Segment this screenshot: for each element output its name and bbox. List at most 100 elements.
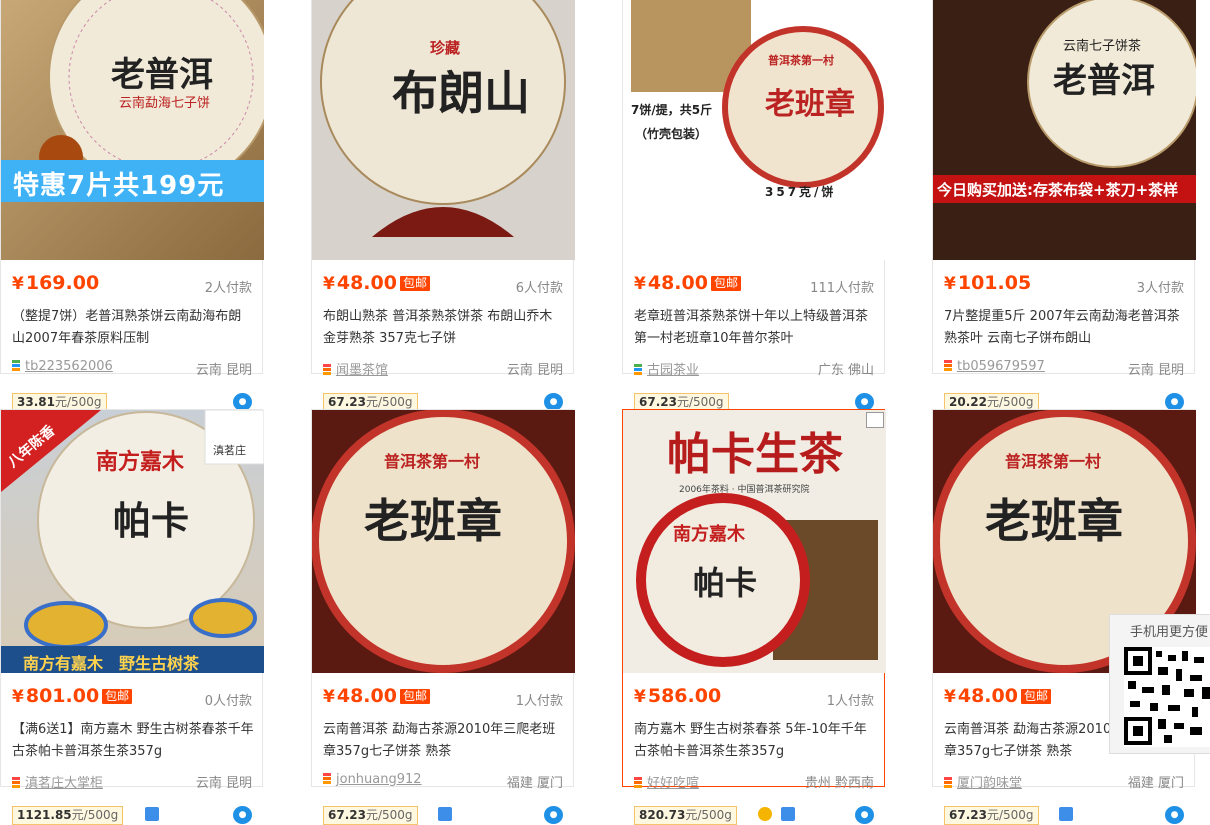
image-main-text: 老班章 bbox=[765, 87, 855, 122]
price: ¥169.00 bbox=[12, 272, 100, 294]
guarantee-icon bbox=[1059, 807, 1073, 821]
shop-level-icon bbox=[323, 364, 331, 375]
product-title-link[interactable]: 7片整提重5斤 2007年云南勐海老普洱茶熟茶叶 云南七子饼布朗山 bbox=[944, 306, 1186, 350]
shop-link[interactable]: tb223562006 bbox=[12, 359, 113, 374]
image-sub-text: 普洱茶第一村 bbox=[768, 54, 834, 67]
deal-count: 3人付款 bbox=[1136, 281, 1184, 296]
shop-level-icon bbox=[944, 777, 952, 788]
shop-link[interactable]: jonhuang912 bbox=[323, 772, 422, 787]
free-shipping-badge: 包邮 bbox=[399, 276, 430, 291]
image-main-text: 老普洱 bbox=[1053, 61, 1155, 101]
free-shipping-badge: 包邮 bbox=[1020, 689, 1051, 704]
image-sub-text: 普洱茶第一村 bbox=[1005, 452, 1102, 471]
wangwang-chat-icon[interactable]: ● bbox=[855, 806, 874, 824]
shop-link[interactable]: 好好吃喧 bbox=[634, 772, 699, 791]
product-title-link[interactable]: （整提7饼）老普洱熟茶饼云南勐海布朗山2007年春茶原料压制 bbox=[12, 306, 254, 350]
product-image[interactable]: 帕卡生茶 2006年茶料 · 中国普洱茶研究院 南方嘉木 帕卡 bbox=[623, 410, 886, 673]
product-title-link[interactable]: 老章班普洱茶熟茶饼十年以上特级普洱茶第一村老班章10年普尔茶叶 bbox=[634, 306, 876, 350]
shop-level-icon bbox=[12, 777, 20, 788]
product-image[interactable]: 老普洱 云南勐海七子饼 特惠7片共199元 bbox=[1, 0, 264, 260]
price: ¥48.00 包邮 bbox=[323, 272, 430, 294]
shop-level-icon bbox=[12, 360, 20, 371]
product-card[interactable]: 珍藏 布朗山 ¥48.00 包邮 6人付款 布朗山熟茶 普洱茶熟茶饼茶 布朗山乔木… bbox=[311, 0, 575, 412]
compare-icon[interactable] bbox=[866, 412, 884, 428]
qr-code-image bbox=[1124, 647, 1210, 745]
product-image[interactable]: 普洱茶第一村 老班章 bbox=[312, 410, 575, 673]
guarantee-icon bbox=[145, 807, 159, 821]
image-main-text: 老班章 bbox=[364, 494, 502, 548]
image-note: （竹壳包装） bbox=[635, 127, 708, 141]
location: 贵州 黔西南 bbox=[804, 776, 874, 791]
free-shipping-badge: 包邮 bbox=[102, 689, 133, 704]
image-heading: 帕卡生茶 bbox=[667, 429, 843, 480]
location: 云南 昆明 bbox=[195, 363, 252, 378]
product-card[interactable]: 帕卡生茶 2006年茶料 · 中国普洱茶研究院 南方嘉木 帕卡 ¥586.00 … bbox=[622, 409, 886, 825]
product-image[interactable]: 八年陈香 滇茗庄 南方嘉木 帕卡 南方有嘉木 野生古树茶 bbox=[1, 410, 264, 673]
image-banner: 特惠7片共199元 bbox=[13, 171, 225, 201]
unit-price: 67.23元/500g bbox=[323, 806, 418, 825]
image-main-text: 老班章 bbox=[985, 494, 1123, 548]
shop-level-icon bbox=[944, 360, 952, 371]
product-card[interactable]: 老普洱 云南勐海七子饼 特惠7片共199元 ¥169.00 2人付款 （整提7饼… bbox=[0, 0, 264, 412]
shop-level-icon bbox=[634, 364, 642, 375]
product-image[interactable]: 云南七子饼茶 老普洱 今日购买加送:存茶布袋+茶刀+茶样 bbox=[933, 0, 1196, 260]
tea-cake-illustration bbox=[1, 0, 264, 202]
image-banner: 今日购买加送:存茶布袋+茶刀+茶样 bbox=[937, 181, 1179, 199]
shop-level-icon bbox=[323, 773, 331, 784]
price: ¥48.00 包邮 bbox=[944, 685, 1051, 707]
shop-link[interactable]: tb059679597 bbox=[944, 359, 1045, 374]
shop-link[interactable]: 厦门韵味堂 bbox=[944, 772, 1022, 791]
price: ¥801.00 包邮 bbox=[12, 685, 133, 707]
price: ¥101.05 bbox=[944, 272, 1032, 294]
price: ¥48.00 包邮 bbox=[634, 272, 741, 294]
guarantee-icon bbox=[438, 807, 452, 821]
image-main-text: 帕卡 bbox=[113, 498, 190, 543]
deal-count: 6人付款 bbox=[515, 281, 563, 296]
product-title-link[interactable]: 南方嘉木 野生古树茶春茶 5年-10年千年古茶帕卡普洱茶生茶357g bbox=[634, 719, 876, 763]
image-note: 357克/饼 bbox=[765, 185, 837, 199]
location: 福建 厦门 bbox=[1127, 776, 1184, 791]
image-note: 7饼/提，共5斤 bbox=[631, 103, 713, 117]
wangwang-chat-icon[interactable]: ● bbox=[233, 806, 252, 824]
shop-link[interactable]: 闻墨茶馆 bbox=[323, 359, 388, 378]
wangwang-chat-icon[interactable]: ● bbox=[544, 806, 563, 824]
shop-level-icon bbox=[634, 777, 642, 788]
deal-count: 1人付款 bbox=[826, 694, 874, 709]
product-title-link[interactable]: 布朗山熟茶 普洱茶熟茶饼茶 布朗山乔木金芽熟茶 357克七子饼 bbox=[323, 306, 565, 350]
price: ¥586.00 bbox=[634, 685, 722, 707]
location: 福建 厦门 bbox=[506, 776, 563, 791]
product-card[interactable]: 普洱茶第一村 老班章 ¥48.00 包邮 1人付款 云南普洱茶 勐海古茶源2010… bbox=[311, 409, 575, 825]
deal-count: 1人付款 bbox=[515, 694, 563, 709]
product-card[interactable]: 普洱茶第一村 老班章 7饼/提，共5斤 （竹壳包装） 357克/饼 ¥48.00… bbox=[622, 0, 886, 412]
shop-link[interactable]: 滇茗庄大掌柜 bbox=[12, 772, 103, 791]
location: 广东 佛山 bbox=[817, 363, 874, 378]
unit-price: 67.23元/500g bbox=[944, 806, 1039, 825]
product-card[interactable]: 云南七子饼茶 老普洱 今日购买加送:存茶布袋+茶刀+茶样 ¥101.05 3人付… bbox=[932, 0, 1196, 412]
image-sub-text: 普洱茶第一村 bbox=[384, 452, 481, 471]
product-image[interactable]: 普洱茶第一村 老班章 7饼/提，共5斤 （竹壳包装） 357克/饼 bbox=[623, 0, 886, 260]
image-caption: 2006年茶料 · 中国普洱茶研究院 bbox=[679, 485, 810, 495]
location: 云南 昆明 bbox=[195, 776, 252, 791]
free-shipping-badge: 包邮 bbox=[399, 689, 430, 704]
wangwang-chat-icon[interactable]: ● bbox=[1165, 806, 1184, 824]
unit-price: 820.73元/500g bbox=[634, 806, 737, 825]
image-sub-text: 云南勐海七子饼 bbox=[119, 96, 211, 111]
image-main-text: 帕卡 bbox=[693, 564, 758, 602]
shop-logo: 滇茗庄 bbox=[213, 444, 246, 457]
image-sub-text: 南方嘉木 bbox=[96, 449, 185, 475]
gold-seller-icon bbox=[758, 807, 772, 821]
product-card[interactable]: 八年陈香 滇茗庄 南方嘉木 帕卡 南方有嘉木 野生古树茶 ¥801.00 包邮 0… bbox=[0, 409, 264, 825]
guarantee-icon bbox=[781, 807, 795, 821]
price: ¥48.00 包邮 bbox=[323, 685, 430, 707]
product-title-link[interactable]: 【满6送1】南方嘉木 野生古树茶春茶千年古茶帕卡普洱茶生茶357g bbox=[12, 719, 254, 763]
location: 云南 昆明 bbox=[506, 363, 563, 378]
product-title-link[interactable]: 云南普洱茶 勐海古茶源2010年三爬老班章357g七子饼茶 熟茶 bbox=[323, 719, 565, 763]
image-sub-text: 南方嘉木 bbox=[673, 524, 745, 545]
image-banner: 南方有嘉木 野生古树茶 bbox=[23, 654, 200, 673]
shop-link[interactable]: 古园茶业 bbox=[634, 359, 699, 378]
mobile-qr-panel[interactable]: 手机用更方便 bbox=[1109, 614, 1210, 754]
image-main-text: 布朗山 bbox=[392, 66, 530, 120]
image-sub-text: 云南七子饼茶 bbox=[1063, 39, 1142, 54]
product-image[interactable]: 珍藏 布朗山 bbox=[312, 0, 575, 260]
image-sub-text: 珍藏 bbox=[430, 39, 461, 57]
